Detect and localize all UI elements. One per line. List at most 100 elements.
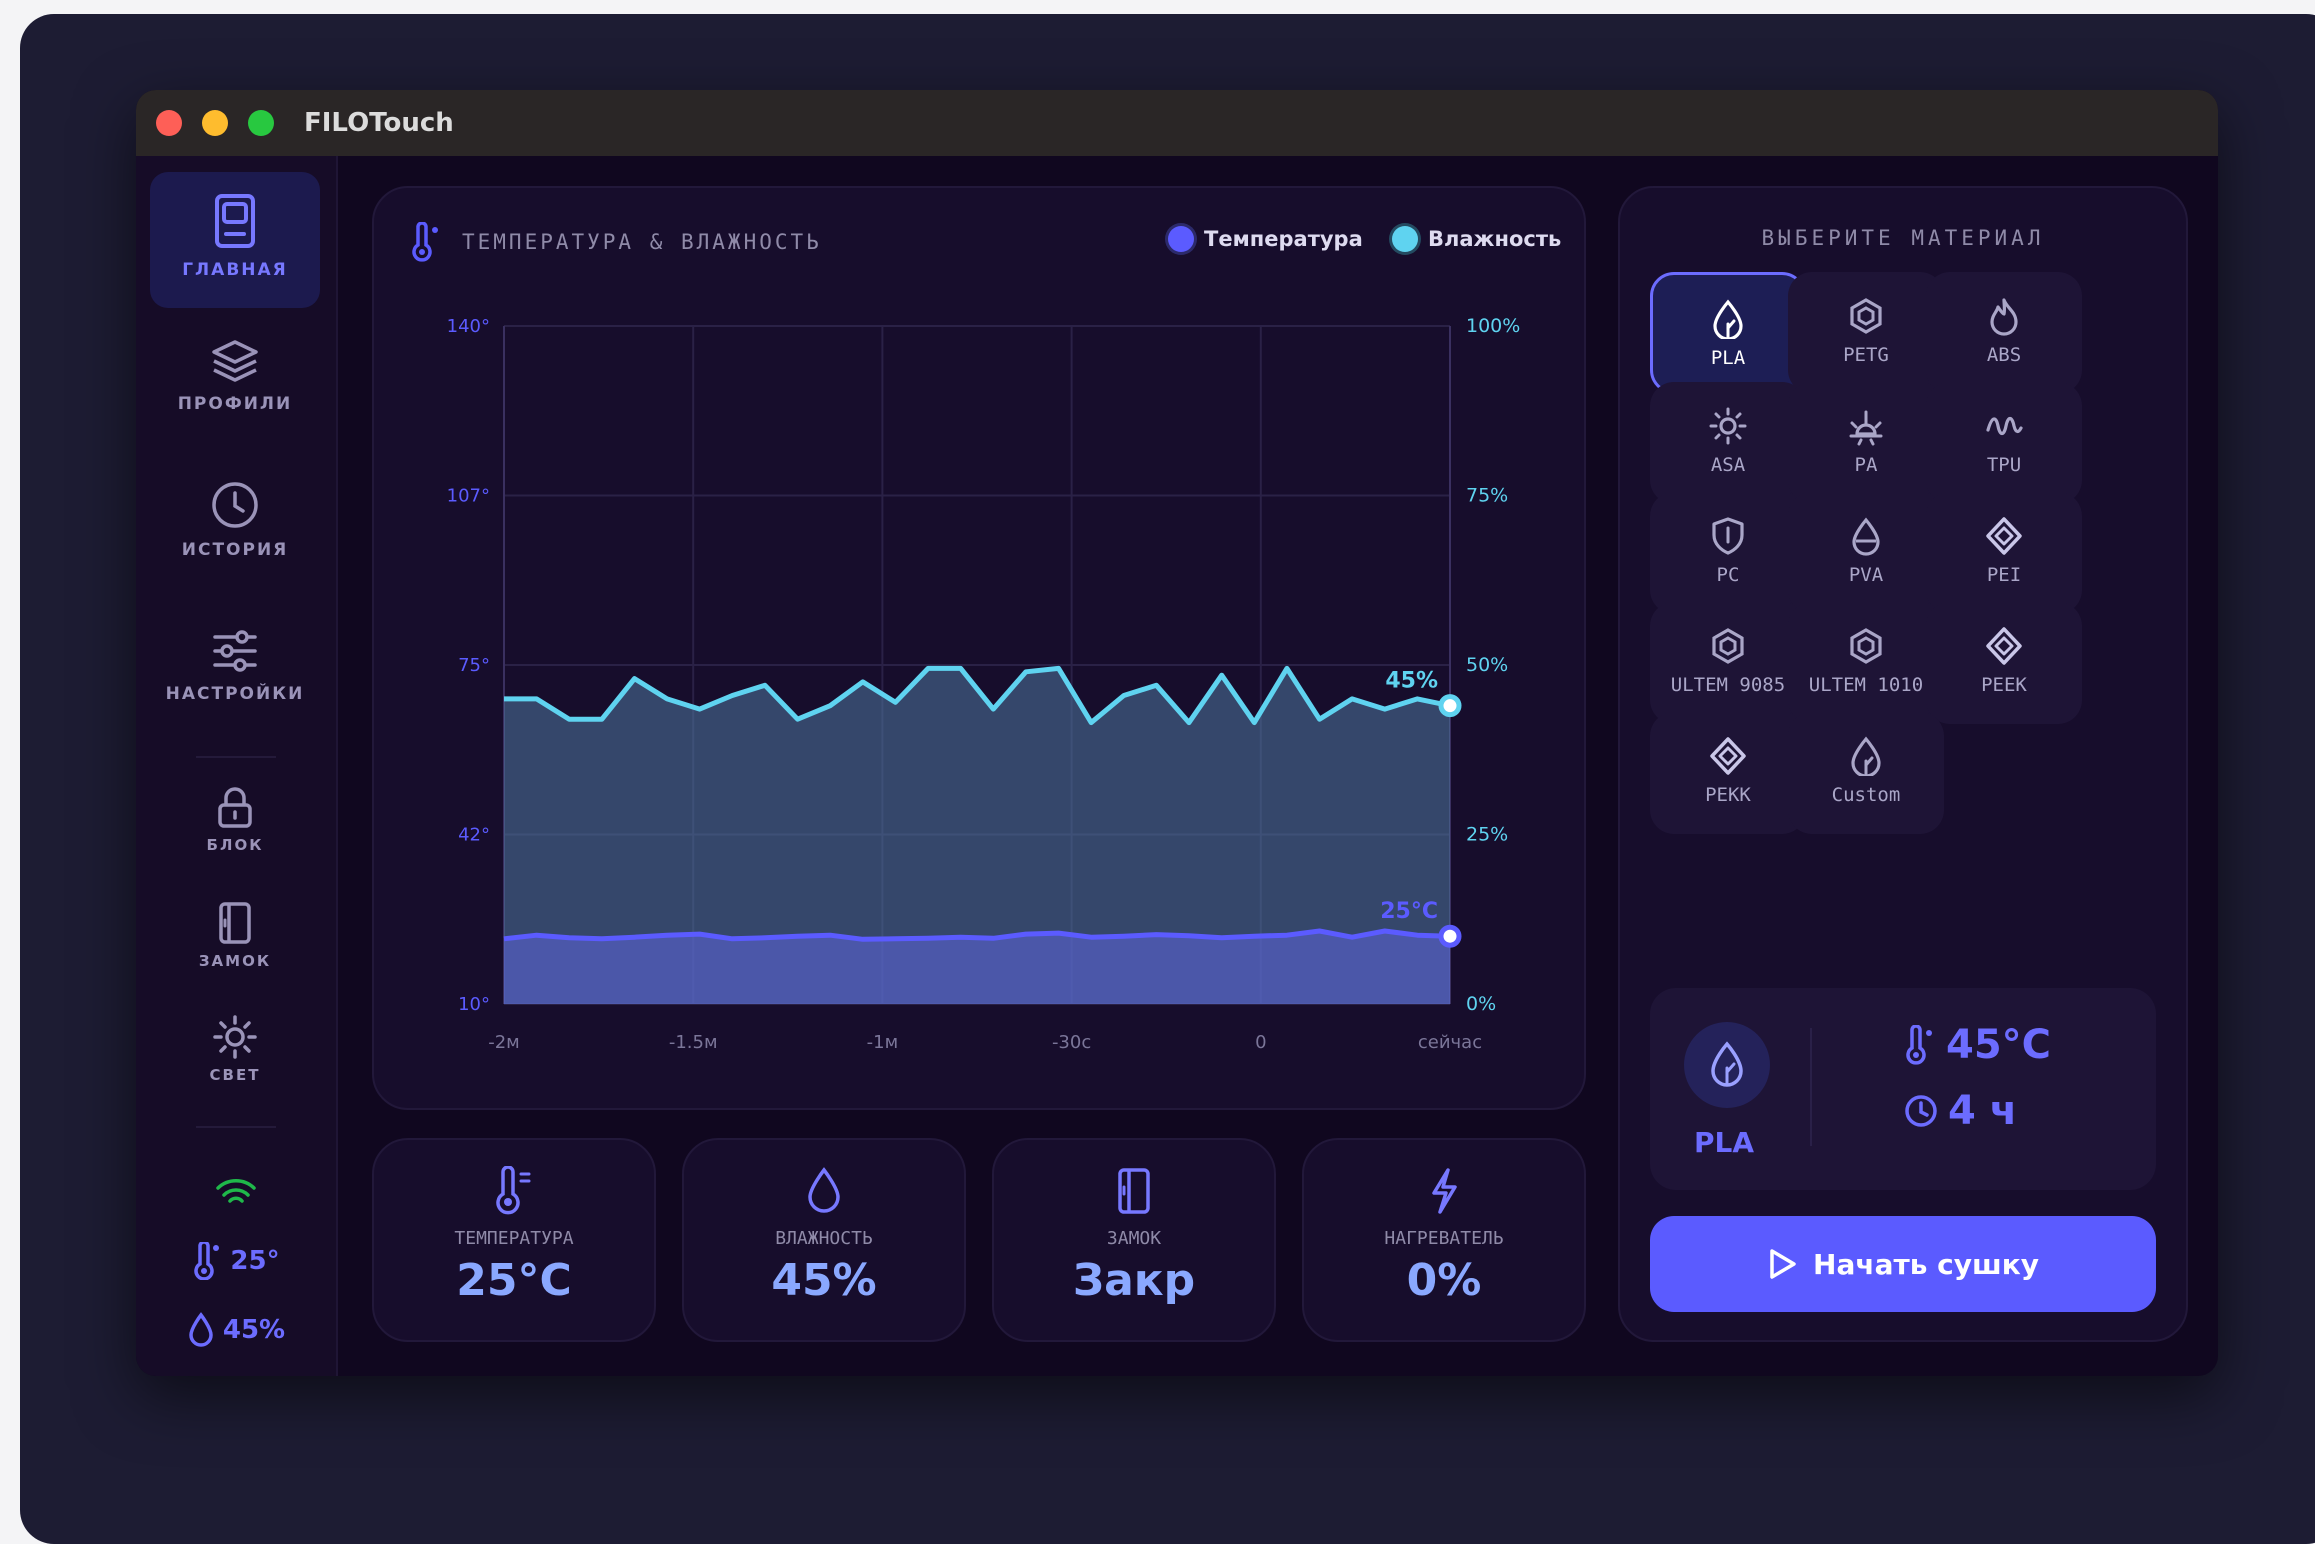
leaf-drop-icon: [1711, 1041, 1743, 1087]
stat-card-heater: НАГРЕВАТЕЛЬ 0%: [1302, 1138, 1586, 1342]
sidebar-humidity-value: 45%: [222, 1315, 286, 1345]
material-option-label: ULTEM 9085: [1670, 674, 1786, 696]
sidebar-humidity-status: 45%: [136, 1312, 336, 1348]
temperature-humidity-chart: -2м -1.5м -1м -30с 0 сейчас 140° 100% 107° 75% 75°…: [447, 315, 1521, 1053]
selected-material-name: PLA: [1694, 1126, 1755, 1159]
material-option-petg[interactable]: PETG: [1788, 272, 1944, 394]
material-option-label: PLA: [1710, 347, 1746, 369]
material-option-label: PA: [1854, 454, 1878, 476]
app-title: FILOTouch: [304, 108, 454, 138]
lock-icon: [218, 787, 252, 828]
material-option-label: ASA: [1710, 454, 1746, 476]
sidebar-control-door[interactable]: ЗАМОК: [150, 894, 320, 992]
sidebar-item-settings[interactable]: НАСТРОЙКИ: [150, 618, 320, 738]
material-option-label: ULTEM 1010: [1808, 674, 1924, 696]
stat-label: ТЕМПЕРАТУРА: [454, 1228, 574, 1249]
diamond-icon: [1986, 517, 2022, 555]
material-option-tpu[interactable]: TPU: [1926, 382, 2082, 504]
material-option-label: TPU: [1986, 454, 2022, 476]
stat-label: НАГРЕВАТЕЛЬ: [1384, 1228, 1504, 1249]
material-panel-title: ВЫБЕРИТЕ МАТЕРИАЛ: [1761, 226, 2045, 250]
diamond-icon: [1986, 627, 2022, 665]
material-option-label: PEI: [1986, 564, 2022, 586]
material-option-custom[interactable]: Custom: [1788, 712, 1944, 834]
stat-value: Закр: [1072, 1255, 1196, 1306]
play-icon: [1770, 1249, 1796, 1279]
sidebar-control-block[interactable]: БЛОК: [150, 780, 320, 878]
hexagon-icon: [1712, 628, 1744, 664]
sidebar-control-label: БЛОК: [206, 836, 264, 854]
material-option-label: Custom: [1831, 784, 1901, 806]
diamond-icon: [1710, 737, 1746, 775]
thermometer-icon: [1906, 1025, 1932, 1065]
start-drying-label: Начать сушку: [1813, 1247, 2039, 1281]
y-left-tick-label: 42°: [458, 825, 490, 846]
material-option-abs[interactable]: ABS: [1926, 272, 2082, 394]
sidebar-item-home[interactable]: ГЛАВНАЯ: [150, 172, 320, 308]
close-window-button[interactable]: [156, 110, 182, 136]
material-option-pa[interactable]: PA: [1788, 382, 1944, 504]
sidebar-item-label: ИСТОРИЯ: [181, 540, 289, 560]
material-option-peek[interactable]: PEEK: [1926, 602, 2082, 724]
material-option-pva[interactable]: PVA: [1788, 492, 1944, 614]
x-tick-label: -2м: [488, 1032, 520, 1053]
sidebar-control-light[interactable]: СВЕТ: [150, 1008, 320, 1106]
layers-icon: [212, 340, 258, 382]
y-left-tick-label: 10°: [458, 994, 490, 1015]
stat-card-temperature: ТЕМПЕРАТУРА 25°C: [372, 1138, 656, 1342]
thermometer-icon: [194, 1242, 220, 1280]
x-tick-label: -1.5м: [669, 1032, 718, 1053]
stat-value: 45%: [771, 1255, 877, 1306]
wave-icon: [1986, 416, 2023, 436]
y-right-tick-label: 0%: [1466, 993, 1496, 1015]
series-area-temperature: [504, 931, 1450, 1004]
material-option-label: PEKK: [1705, 784, 1751, 806]
sidebar-divider: [196, 1126, 276, 1128]
droplet-icon: [189, 1312, 213, 1347]
series-end-marker-humidity: [1438, 694, 1462, 718]
sidebar-item-profiles[interactable]: ПРОФИЛИ: [150, 328, 320, 448]
sun-icon: [213, 1015, 257, 1059]
wifi-icon: [216, 1179, 256, 1203]
material-option-pei[interactable]: PEI: [1926, 492, 2082, 614]
y-left-tick-label: 140°: [447, 316, 490, 337]
minimize-window-button[interactable]: [202, 110, 228, 136]
shield-icon: [1712, 517, 1744, 555]
selected-material-time-value: 4 ч: [1948, 1088, 2018, 1134]
sidebar-item-label: ПРОФИЛИ: [177, 394, 293, 414]
start-drying-button[interactable]: Начать сушку: [1650, 1216, 2156, 1312]
material-option-pekk[interactable]: PEKK: [1650, 712, 1806, 834]
title-bar: FILOTouch: [136, 90, 2218, 156]
door-icon: [219, 902, 251, 944]
x-tick-label: сейчас: [1418, 1032, 1482, 1053]
material-option-ultem-9085[interactable]: ULTEM 9085: [1650, 602, 1806, 724]
series-end-marker-temperature: [1438, 924, 1462, 948]
bug-icon: [1849, 410, 1883, 446]
material-option-pla[interactable]: PLA: [1650, 272, 1806, 394]
app-window: FILOTouch ГЛАВНАЯ ПРОФИЛИ ИСТОРИЯ НАСТРО…: [136, 90, 2218, 1376]
material-option-label: PVA: [1848, 564, 1884, 586]
material-panel: ВЫБЕРИТЕ МАТЕРИАЛ PLA PETG ABS ASA PA TPU PC PV…: [1618, 186, 2188, 1342]
stat-card-humidity: ВЛАЖНОСТЬ 45%: [682, 1138, 966, 1342]
leaf-drop-icon: [1713, 299, 1743, 339]
droplet-icon: [808, 1167, 840, 1213]
selected-material-temp-value: 45°C: [1946, 1022, 2052, 1068]
stat-label: ЗАМОК: [1106, 1228, 1162, 1249]
sidebar-item-label: ГЛАВНАЯ: [182, 260, 288, 280]
sun-icon: [1709, 407, 1747, 445]
sidebar-item-label: НАСТРОЙКИ: [165, 684, 305, 704]
material-option-label: PEEK: [1981, 674, 2027, 696]
material-option-asa[interactable]: ASA: [1650, 382, 1806, 504]
material-option-label: ABS: [1986, 344, 2022, 366]
chart-panel: ТЕМПЕРАТУРА & ВЛАЖНОСТЬ Температура Влаж…: [372, 186, 1586, 1110]
sidebar-item-history[interactable]: ИСТОРИЯ: [150, 474, 320, 594]
material-option-pc[interactable]: PC: [1650, 492, 1806, 614]
zoom-window-button[interactable]: [248, 110, 274, 136]
leaf-drop-icon: [1851, 736, 1881, 776]
x-tick-label: -1м: [867, 1032, 899, 1053]
hexagon-icon: [1850, 298, 1882, 334]
sidebar-control-label: СВЕТ: [209, 1066, 261, 1084]
material-option-ultem-1010[interactable]: ULTEM 1010: [1788, 602, 1944, 724]
x-tick-label: 0: [1255, 1032, 1266, 1053]
door-icon: [1118, 1168, 1150, 1214]
